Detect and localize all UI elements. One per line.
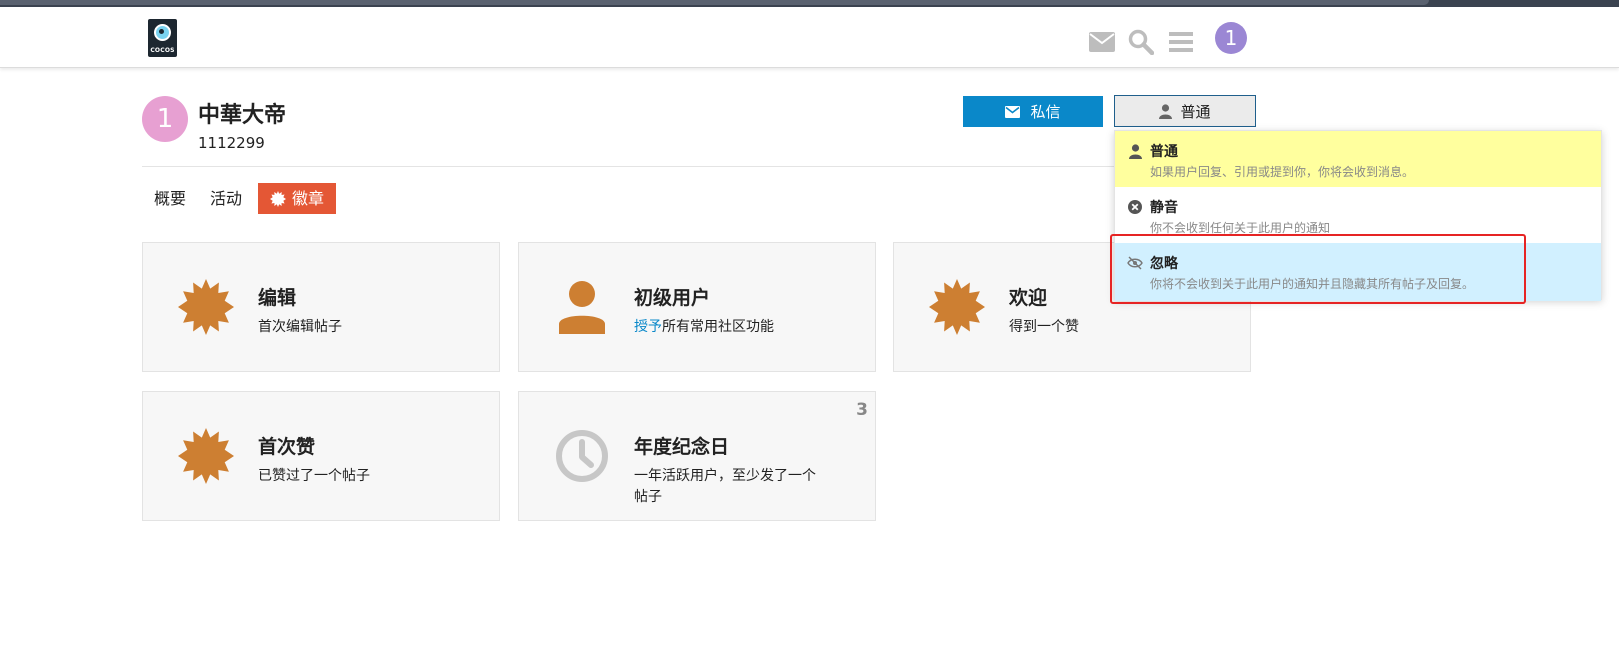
badge-desc: 授予所有常用社区功能 xyxy=(634,317,834,338)
envelope-icon[interactable] xyxy=(1087,27,1117,57)
granted-link[interactable]: 授予 xyxy=(634,319,662,335)
profile-username: 中華大帝 xyxy=(198,103,287,128)
site-header: COCOS 1 xyxy=(0,7,1619,68)
profile-user-id: 1112299 xyxy=(198,134,265,152)
badge-card-first-like[interactable]: 首次赞 已赞过了一个帖子 xyxy=(142,391,500,521)
badge-card-editor[interactable]: 编辑 首次编辑帖子 xyxy=(142,242,500,372)
profile-avatar: 1 xyxy=(142,96,188,142)
envelope-icon xyxy=(1005,105,1021,118)
badge-card-anniversary[interactable]: 年度纪念日 一年活跃用户，至少发了一个帖子 3 xyxy=(518,391,876,521)
badge-title: 欢迎 xyxy=(1009,287,1048,309)
badge-card-basic-user[interactable]: 初级用户 授予所有常用社区功能 xyxy=(518,242,876,372)
tab-label: 徽章 xyxy=(292,189,325,208)
badge-desc-text: 所有常用社区功能 xyxy=(662,319,774,335)
badge-burst-icon xyxy=(270,190,287,207)
circle-x-icon xyxy=(1127,199,1143,215)
badge-title: 年度纪念日 xyxy=(634,436,730,458)
badge-burst-icon xyxy=(178,428,234,484)
dropdown-item-normal[interactable]: 普通 如果用户回复、引用或提到你，你将会收到消息。 xyxy=(1115,131,1601,187)
private-message-label: 私信 xyxy=(1030,103,1061,121)
profile-divider xyxy=(142,166,1252,167)
tab-activity[interactable]: 活动 xyxy=(198,183,254,214)
clock-icon xyxy=(554,428,610,484)
annotation-highlight-box xyxy=(1110,234,1526,304)
dropdown-item-title: 普通 xyxy=(1150,144,1178,160)
site-logo[interactable]: COCOS xyxy=(148,19,177,57)
badge-title: 初级用户 xyxy=(634,287,711,309)
tab-summary[interactable]: 概要 xyxy=(142,183,198,214)
badge-desc: 一年活跃用户，至少发了一个帖子 xyxy=(634,468,816,505)
dropdown-item-desc: 如果用户回复、引用或提到你，你将会收到消息。 xyxy=(1150,165,1415,179)
current-user-avatar[interactable]: 1 xyxy=(1215,22,1247,54)
user-icon xyxy=(1159,103,1173,119)
browser-top-strip xyxy=(0,0,1619,7)
badge-burst-icon xyxy=(929,279,985,335)
search-icon[interactable] xyxy=(1126,27,1156,57)
notification-level-button[interactable]: 普通 xyxy=(1114,95,1256,127)
notification-level-label: 普通 xyxy=(1180,102,1211,121)
badge-desc: 得到一个赞 xyxy=(1009,319,1079,335)
user-icon xyxy=(1127,143,1143,159)
badge-count: 3 xyxy=(856,400,868,420)
profile-tabs: 概要 活动 徽章 xyxy=(142,183,337,214)
private-message-button[interactable]: 私信 xyxy=(963,96,1103,127)
dropdown-item-title: 静音 xyxy=(1150,200,1178,216)
tab-badges[interactable]: 徽章 xyxy=(258,183,337,214)
badge-title: 首次赞 xyxy=(258,436,316,458)
tab-label: 概要 xyxy=(154,189,187,208)
badge-desc: 首次编辑帖子 xyxy=(258,319,342,335)
badge-desc: 已赞过了一个帖子 xyxy=(258,468,370,484)
hamburger-menu-icon[interactable] xyxy=(1166,27,1196,57)
badge-burst-icon xyxy=(178,279,234,335)
badge-title: 编辑 xyxy=(258,287,297,309)
tab-label: 活动 xyxy=(210,189,243,208)
logo-text: COCOS xyxy=(150,47,175,54)
user-icon xyxy=(554,279,610,335)
